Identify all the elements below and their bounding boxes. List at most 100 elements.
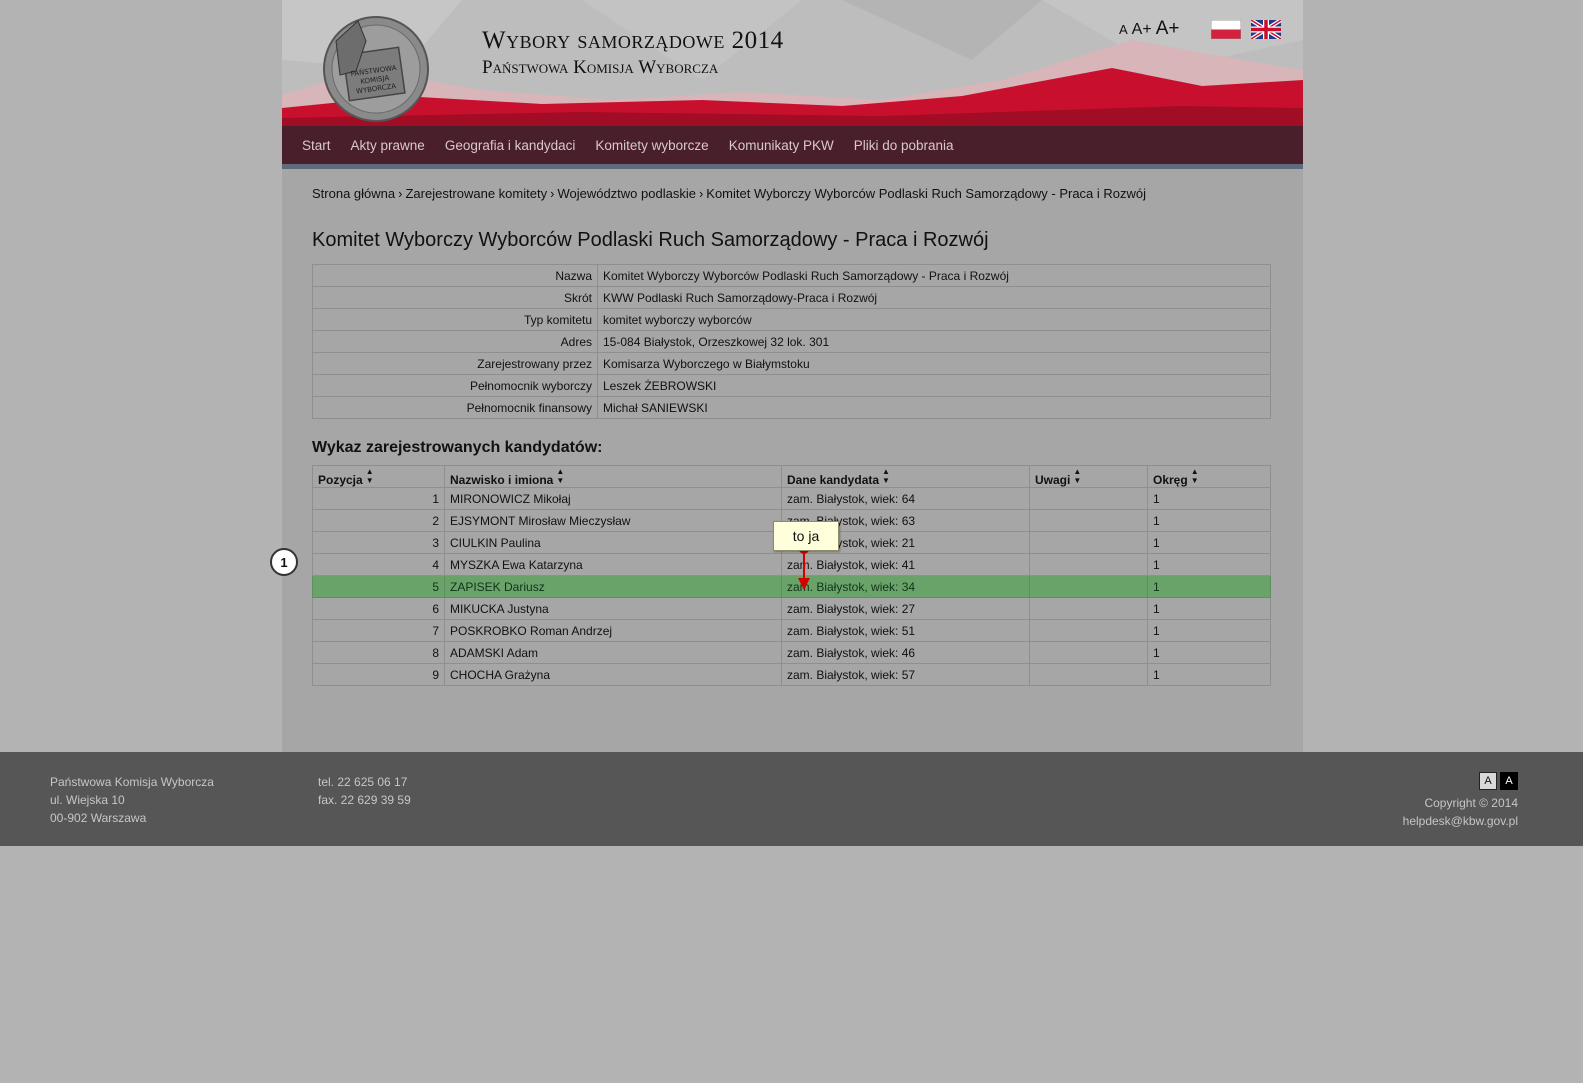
nav-item-komitety[interactable]: Komitety wyborcze [595, 138, 708, 153]
step-marker: 1 [270, 548, 298, 576]
sort-icon[interactable]: ▲ ▼ [1191, 467, 1199, 485]
polish-flag-icon[interactable] [1211, 20, 1241, 39]
nav-item-pliki[interactable]: Pliki do pobrania [854, 138, 954, 153]
cell-name: CIULKIN Paulina [444, 531, 782, 554]
candidates-table: Pozycja▲ ▼ Nazwisko i imiona▲ ▼ Dane kandy… [312, 465, 1271, 686]
cell-notes [1029, 531, 1148, 554]
uk-flag-icon[interactable] [1251, 20, 1281, 39]
main-content: Strona główna › Zarejestrowane komitety › Wo… [282, 169, 1303, 686]
cell-name: ZAPISEK Dariusz [444, 575, 782, 598]
cell-name: EJSYMONT Mirosław Mieczysław [444, 509, 782, 532]
sort-icon[interactable]: ▲ ▼ [366, 467, 374, 485]
header-titles: Wybory samorządowe 2014 Państwowa Komisj… [482, 26, 784, 80]
cell-position: 3 [312, 531, 445, 554]
nav-item-komunikaty[interactable]: Komunikaty PKW [729, 138, 834, 153]
info-row: Adres 15-084 Białystok, Orzeszkowej 32 lo… [312, 330, 1271, 353]
info-key: Pełnomocnik wyborczy [312, 374, 598, 397]
footer-right: A A Copyright © 2014 helpdesk@kbw.gov.pl [1403, 772, 1518, 830]
cell-district: 1 [1147, 597, 1271, 620]
breadcrumb-current: Komitet Wyborczy Wyborców Podlaski Ruch … [706, 186, 1147, 201]
cell-district: 1 [1147, 531, 1271, 554]
table-row-highlighted: 5 ZAPISEK Dariusz zam. Białystok, wiek: 34… [312, 575, 1271, 598]
nav-item-geografia[interactable]: Geografia i kandydaci [445, 138, 576, 153]
info-key: Pełnomocnik finansowy [312, 396, 598, 419]
cell-name: ADAMSKI Adam [444, 641, 782, 664]
sort-icon[interactable]: ▲ ▼ [882, 467, 890, 485]
cell-notes [1029, 619, 1148, 642]
cell-data: zam. Białystok, wiek: 34 [781, 575, 1030, 598]
cell-data: zam. Białystok, wiek: 64 [781, 487, 1030, 510]
column-header-name[interactable]: Nazwisko i imiona▲ ▼ [444, 465, 782, 488]
breadcrumb-voivodeship[interactable]: Województwo podlaskie [557, 186, 696, 201]
footer-email-link[interactable]: helpdesk@kbw.gov.pl [1403, 812, 1518, 830]
breadcrumb-committees[interactable]: Zarejestrowane komitety [405, 186, 547, 201]
callout-note: to ja [773, 521, 839, 551]
arrow-down-icon [798, 544, 810, 590]
footer-city: 00-902 Warszawa [50, 811, 147, 825]
main-navigation: Start Akty prawne Geografia i kandydaci … [282, 126, 1303, 169]
column-header-label: Pozycja [318, 472, 363, 487]
site-title[interactable]: Wybory samorządowe 2014 [482, 26, 784, 56]
candidates-list-title: Wykaz zarejestrowanych kandydatów: [312, 439, 603, 456]
cell-notes [1029, 487, 1148, 510]
cell-name: MIRONOWICZ Mikołaj [444, 487, 782, 510]
info-value: Komitet Wyborczy Wyborców Podlaski Ruch … [597, 264, 1271, 287]
font-size-large-button[interactable]: A+ [1156, 18, 1180, 40]
font-size-normal-button[interactable]: A [1119, 22, 1128, 37]
info-row: Skrót KWW Podlaski Ruch Samorządowy-Praca… [312, 286, 1271, 309]
info-key: Nazwa [312, 264, 598, 287]
site-subtitle: Państwowa Komisja Wyborcza [482, 57, 719, 78]
cell-notes [1029, 553, 1148, 576]
cell-notes [1029, 509, 1148, 532]
page-container: PAŃSTWOWA KOMISJA WYBORCZA Wybory samorz… [282, 0, 1303, 752]
cell-position: 4 [312, 553, 445, 576]
sort-icon[interactable]: ▲ ▼ [556, 467, 564, 485]
footer-org: Państwowa Komisja Wyborcza [50, 775, 214, 789]
cell-data: zam. Białystok, wiek: 51 [781, 619, 1030, 642]
table-row: 6 MIKUCKA Justyna zam. Białystok, wiek: 27… [312, 597, 1271, 620]
nav-item-start[interactable]: Start [302, 138, 331, 153]
info-value: Leszek ŻEBROWSKI [597, 374, 1271, 397]
column-header-label: Uwagi [1035, 472, 1071, 487]
cell-name: POSKROBKO Roman Andrzej [444, 619, 782, 642]
cell-data: zam. Białystok, wiek: 27 [781, 597, 1030, 620]
column-header-position[interactable]: Pozycja▲ ▼ [312, 465, 445, 488]
column-header-data[interactable]: Dane kandydata▲ ▼ [781, 465, 1030, 488]
info-value: Michał SANIEWSKI [597, 396, 1271, 419]
cell-name: MYSZKA Ewa Katarzyna [444, 553, 782, 576]
cell-position: 1 [312, 487, 445, 510]
cell-notes [1029, 641, 1148, 664]
cell-data: zam. Białystok, wiek: 41 [781, 553, 1030, 576]
contrast-switcher: A A [1403, 772, 1518, 790]
contrast-high-button[interactable]: A [1500, 772, 1518, 790]
footer-street: ul. Wiejska 10 [50, 793, 125, 807]
footer-tel: tel. 22 625 06 17 [318, 775, 408, 789]
breadcrumb-separator: › [698, 186, 704, 201]
cell-district: 1 [1147, 553, 1271, 576]
table-row: 7 POSKROBKO Roman Andrzej zam. Białystok, … [312, 619, 1271, 642]
cell-district: 1 [1147, 509, 1271, 532]
table-row: 9 CHOCHA Grażyna zam. Białystok, wiek: 57 1 [312, 663, 1271, 686]
column-header-label: Dane kandydata [787, 472, 880, 487]
contrast-normal-button[interactable]: A [1479, 772, 1497, 790]
page-title: Komitet Wyborczy Wyborców Podlaski Ruch … [312, 229, 989, 251]
footer-fax: fax. 22 629 39 59 [318, 793, 411, 807]
sort-icon[interactable]: ▲ ▼ [1073, 467, 1081, 485]
breadcrumb-home[interactable]: Strona główna [312, 186, 395, 201]
column-header-notes[interactable]: Uwagi▲ ▼ [1029, 465, 1148, 488]
font-size-controls: A A+ A+ [1119, 18, 1179, 40]
info-row: Pełnomocnik finansowy Michał SANIEWSKI [312, 396, 1271, 419]
footer-copyright: Copyright © 2014 [1424, 796, 1518, 810]
column-header-label: Nazwisko i imiona [450, 472, 554, 487]
cell-position: 7 [312, 619, 445, 642]
footer-contact: tel. 22 625 06 17 fax. 22 629 39 59 [318, 773, 411, 809]
font-size-medium-button[interactable]: A+ [1132, 21, 1152, 39]
cell-name: CHOCHA Grażyna [444, 663, 782, 686]
cell-name: MIKUCKA Justyna [444, 597, 782, 620]
info-key: Adres [312, 330, 598, 353]
column-header-district[interactable]: Okręg▲ ▼ [1147, 465, 1271, 488]
table-row: 4 MYSZKA Ewa Katarzyna zam. Białystok, wie… [312, 553, 1271, 576]
nav-item-akty-prawne[interactable]: Akty prawne [351, 138, 425, 153]
cell-district: 1 [1147, 575, 1271, 598]
pkw-logo[interactable]: PAŃSTWOWA KOMISJA WYBORCZA [316, 11, 432, 123]
